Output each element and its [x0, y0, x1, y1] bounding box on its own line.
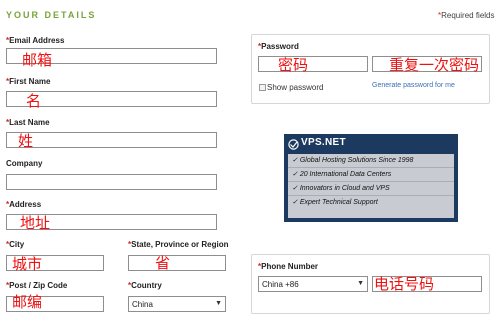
country-select[interactable]: China ▼	[128, 296, 226, 312]
city-annotation: 城市	[12, 256, 43, 273]
state-annotation: 省	[155, 255, 171, 272]
chevron-down-icon: ▼	[215, 300, 222, 307]
check-icon: ✓	[292, 171, 298, 178]
vps-feature-text: Expert Technical Support	[299, 199, 378, 206]
last-name-field[interactable]	[6, 132, 217, 148]
email-label: *Email Address	[6, 36, 65, 45]
email-label-text: Email Address	[9, 36, 65, 45]
vps-feature-item: ✓ Expert Technical Support	[288, 196, 454, 209]
vps-promo-banner: VPS.NET ✓ Global Hosting Solutions Since…	[284, 134, 458, 222]
check-icon: ✓	[292, 185, 298, 192]
show-password-checkbox[interactable]	[259, 84, 266, 91]
required-fields-note: *Required fields	[438, 11, 495, 20]
vps-feature-text: Innovators in Cloud and VPS	[299, 185, 390, 192]
vps-feature-item: ✓ Global Hosting Solutions Since 1998	[288, 154, 454, 168]
last-name-label-text: Last Name	[9, 118, 50, 127]
password-label: *Password	[258, 42, 299, 51]
company-field[interactable]	[6, 174, 217, 190]
password-label-text: Password	[261, 42, 299, 51]
check-icon: ✓	[292, 157, 298, 164]
chevron-down-icon: ▼	[357, 280, 364, 287]
show-password-label: Show password	[267, 83, 324, 92]
phone-label: *Phone Number	[258, 262, 319, 271]
vps-feature-item: ✓ 20 International Data Centers	[288, 168, 454, 182]
address-annotation: 地址	[20, 215, 51, 232]
postcode-label-text: Post / Zip Code	[9, 281, 68, 290]
section-title: YOUR DETAILS	[6, 10, 97, 20]
email-annotation: 邮箱	[22, 52, 53, 69]
company-label: Company	[6, 159, 43, 168]
password-annotation: 密码	[278, 57, 309, 74]
last-name-label: *Last Name	[6, 118, 50, 127]
country-label-text: Country	[131, 281, 162, 290]
phone-annotation: 电话号码	[374, 276, 435, 293]
country-label: *Country	[128, 281, 162, 290]
first-name-label: *First Name	[6, 77, 51, 86]
postcode-annotation: 邮编	[12, 294, 43, 311]
phone-label-text: Phone Number	[261, 262, 319, 271]
country-select-value: China	[132, 300, 153, 309]
state-label-text: State, Province or Region	[131, 240, 229, 249]
state-field[interactable]	[128, 255, 226, 271]
postcode-label: *Post / Zip Code	[6, 281, 68, 290]
first-name-label-text: First Name	[9, 77, 51, 86]
city-label-text: City	[9, 240, 25, 249]
generate-password-link[interactable]: Generate password for me	[372, 82, 455, 89]
phone-country-code-select[interactable]: China +86 ▼	[258, 276, 368, 292]
first-name-annotation: 名	[26, 93, 42, 110]
check-icon: ✓	[292, 199, 298, 206]
phone-country-code-value: China +86	[262, 280, 299, 289]
password-field[interactable]	[258, 56, 368, 72]
vps-brand: VPS.NET	[301, 137, 346, 148]
address-label: *Address	[6, 200, 42, 209]
last-name-annotation: 姓	[18, 133, 34, 150]
vps-feature-text: 20 International Data Centers	[299, 171, 392, 178]
vps-features: ✓ Global Hosting Solutions Since 1998 ✓ …	[288, 154, 454, 218]
required-fields-text: Required fields	[441, 11, 495, 20]
vps-feature-text: Global Hosting Solutions Since 1998	[299, 157, 414, 164]
vps-feature-item: ✓ Innovators in Cloud and VPS	[288, 182, 454, 196]
state-label: *State, Province or Region	[128, 240, 229, 249]
city-label: *City	[6, 240, 25, 249]
vps-logo-icon	[288, 137, 299, 150]
confirm-password-annotation: 重复一次密码	[389, 57, 480, 74]
address-label-text: Address	[9, 200, 42, 209]
